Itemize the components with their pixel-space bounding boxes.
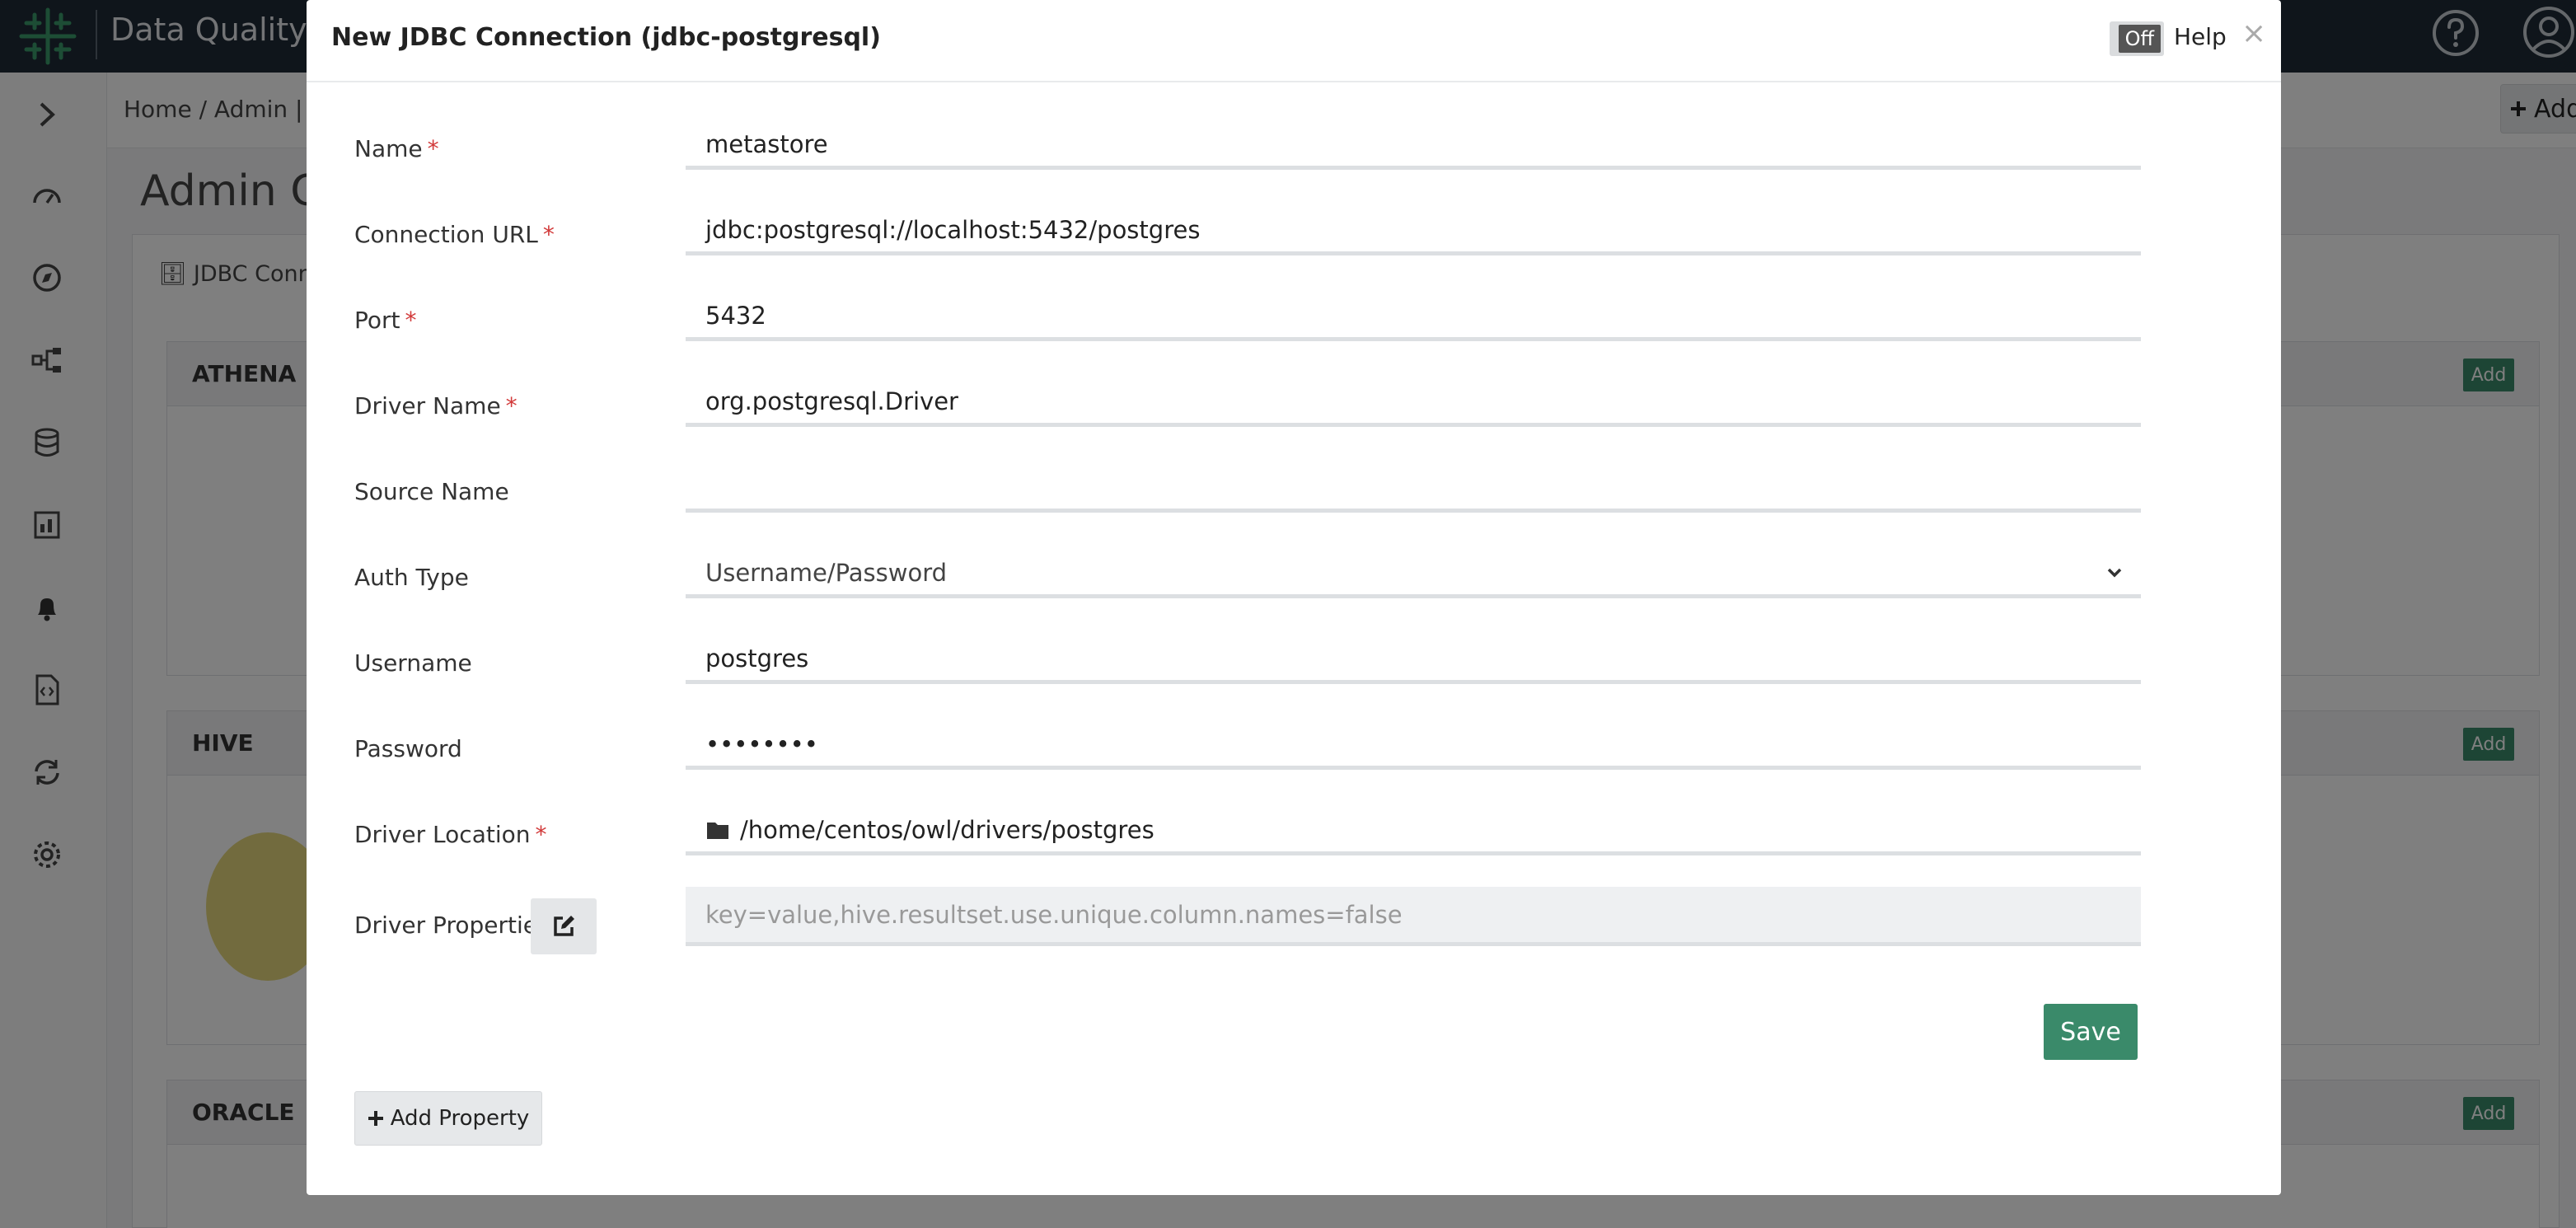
password-row: Password •••••••• [354, 710, 2184, 776]
driver-location-row: Driver Location * /home/centos/owl/driver… [354, 796, 2184, 862]
driver-name-label: Driver Name * [354, 392, 518, 419]
connection-url-row: Connection URL * jdbc:postgresql://localh… [354, 196, 2184, 262]
add-property-label: Add Property [390, 1106, 530, 1131]
modal-header: New JDBC Connection (jdbc-postgresql) Of… [307, 0, 2281, 82]
add-property-button[interactable]: Add Property [354, 1091, 542, 1146]
username-label: Username [354, 649, 472, 677]
source-name-row: Source Name [354, 453, 2184, 519]
edit-icon [554, 916, 574, 936]
port-input[interactable]: 5432 [686, 282, 2141, 341]
modal-title: New JDBC Connection (jdbc-postgresql) [331, 23, 881, 52]
connection-url-input[interactable]: jdbc:postgresql://localhost:5432/postgre… [686, 196, 2141, 255]
driver-properties-row: Driver Properties key=value,hive.results… [354, 887, 2184, 954]
auth-type-value: Username/Password [705, 558, 948, 587]
username-row: Username postgres [354, 625, 2184, 691]
driver-location-input[interactable]: /home/centos/owl/drivers/postgres [686, 796, 2141, 855]
edit-properties-button[interactable] [531, 898, 597, 954]
name-input[interactable]: metastore [686, 110, 2141, 170]
driver-properties-input[interactable]: key=value,hive.resultset.use.unique.colu… [686, 887, 2141, 946]
driver-location-label: Driver Location * [354, 821, 547, 848]
plus-icon [368, 1111, 383, 1126]
driver-name-input[interactable]: org.postgresql.Driver [686, 368, 2141, 427]
password-label: Password [354, 735, 462, 762]
port-label: Port * [354, 307, 417, 334]
source-name-label: Source Name [354, 478, 509, 505]
help-toggle-state: Off [2118, 25, 2161, 53]
name-label: Name * [354, 135, 439, 162]
chevron-down-icon [2107, 568, 2122, 577]
driver-properties-label: Driver Properties [354, 912, 550, 939]
username-input[interactable]: postgres [686, 625, 2141, 684]
password-input[interactable]: •••••••• [686, 710, 2141, 770]
name-row: Name * metastore [354, 110, 2184, 176]
new-jdbc-connection-modal: New JDBC Connection (jdbc-postgresql) Of… [307, 0, 2281, 1195]
auth-type-select[interactable]: Username/Password [686, 539, 2141, 598]
connection-url-label: Connection URL * [354, 221, 555, 248]
source-name-input[interactable] [686, 453, 2141, 513]
port-row: Port * 5432 [354, 282, 2184, 348]
help-toggle[interactable]: Off [2110, 21, 2164, 56]
driver-location-value: /home/centos/owl/drivers/postgres [740, 815, 1155, 844]
save-button[interactable]: Save [2044, 1004, 2138, 1060]
auth-type-row: Auth Type Username/Password [354, 539, 2184, 605]
folder-icon [707, 822, 728, 839]
driver-name-row: Driver Name * org.postgresql.Driver [354, 368, 2184, 434]
close-icon[interactable]: × [2241, 16, 2266, 50]
help-label: Help [2174, 23, 2227, 50]
auth-type-label: Auth Type [354, 564, 469, 591]
